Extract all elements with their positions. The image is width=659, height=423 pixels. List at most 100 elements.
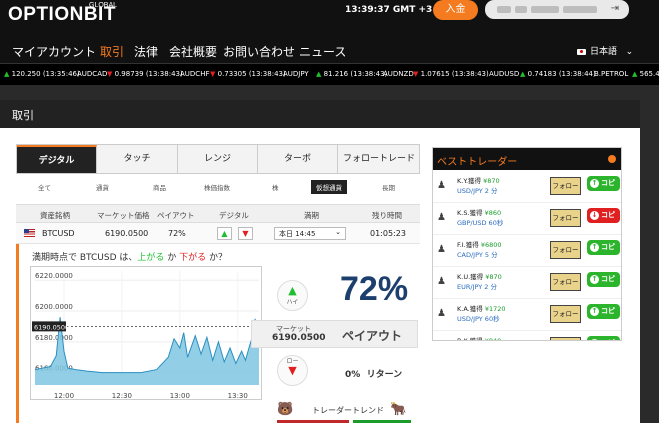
ticker-symbol[interactable]: B.PETROL [594, 70, 628, 78]
best-traders-panel: ベストトレーダー ♟ K.Y.獲得 ¥870 USD/JPY 2 分フォロー ↑ コピー… [432, 147, 622, 341]
trader-name: K.U.獲得 ¥870 [457, 273, 502, 281]
user-box[interactable]: ⇥ [485, 0, 629, 19]
up-arrow-icon: ↑ [590, 275, 599, 284]
best-traders-title: ベストトレーダー [433, 148, 621, 170]
option-type-tabs: デジタル タッチ レンジ ターボ フォロートレード [16, 144, 420, 174]
high-button[interactable]: ▲ ハイ [277, 280, 308, 311]
column-header: デジタル [219, 211, 249, 220]
price-chart[interactable]: 6220.00006200.00006180.00006160.000012:0… [30, 266, 262, 400]
nav-item-news[interactable]: ニュース [299, 43, 346, 60]
ticker-symbol[interactable]: AUDCAD [77, 70, 107, 78]
copy-button[interactable]: ↑コピー [587, 304, 620, 330]
tab-turbo[interactable]: ターボ [258, 145, 338, 173]
subtab-stock[interactable]: 株 [272, 182, 279, 192]
up-arrow-icon: ▲ [316, 70, 322, 78]
ticker-symbol[interactable]: AUDJPY [283, 70, 309, 78]
y-tick-label: 6220.0000 [35, 272, 73, 280]
trader-row: ♟ R.K.獲得 ¥840 フォロー ↑コピー [433, 332, 621, 341]
trader-row: ♟ K.A.獲得 ¥1720 USD/JPY 60秒 フォロー ↑ コピー [433, 300, 621, 331]
follow-button[interactable]: フォロー [550, 177, 581, 195]
column-header: マーケット価格 [97, 211, 150, 220]
ticker-item: ▼ 0.73305 (13:38:43) [210, 70, 286, 78]
copy-button[interactable]: ↑コピー [587, 272, 620, 298]
logout-icon[interactable]: ⇥ [611, 3, 619, 14]
table-row[interactable]: BTCUSD 6190.0500 72% ▲ ▼ 本日 14:45 ⌄ 01:05… [16, 223, 420, 244]
ticker-symbol[interactable]: AUDNZD [383, 70, 414, 78]
up-arrow-icon: ▲ [4, 70, 10, 78]
subtab-index[interactable]: 株価指数 [204, 182, 230, 192]
copy-button[interactable]: ↑コピー [587, 176, 620, 202]
follow-button[interactable]: フォロー [550, 241, 581, 259]
trade-question: 満期時点で BTCUSD は、上がる か 下がる か？ [32, 253, 228, 263]
price-ticker: ▲ 120.250 (13:35:46) AUDCAD ▼ 0.98739 (1… [0, 63, 659, 85]
down-arrow-icon: ▼ [210, 70, 216, 78]
subtab-currency[interactable]: 通貨 [96, 182, 109, 192]
column-header: ペイアウト [157, 211, 195, 220]
deposit-button[interactable]: 入金 [433, 0, 478, 20]
user-icon: ♟ [437, 276, 446, 287]
up-arrow-icon: ↑ [590, 339, 599, 340]
expiry-select[interactable]: 本日 14:45 ⌄ [274, 227, 346, 240]
trader-trend-label: トレーダートレンド [312, 406, 384, 415]
remaining-time: 01:05:23 [370, 229, 406, 238]
column-header: 満期 [304, 211, 319, 220]
tab-digital[interactable]: デジタル [17, 145, 97, 173]
nav-item-account[interactable]: マイアカウント [12, 43, 96, 60]
subtab-long-term[interactable]: 長期 [382, 182, 395, 192]
user-icon: ♟ [437, 244, 446, 255]
follow-button[interactable]: フォロー [550, 305, 581, 323]
up-arrow-icon: ▲ [520, 70, 526, 78]
user-icon: ♟ [437, 340, 446, 341]
y-tick-label: 6200.0000 [35, 303, 73, 311]
follow-button[interactable]: フォロー [550, 273, 581, 291]
ticker-symbol[interactable]: AUDUSD [489, 70, 519, 78]
follow-button[interactable]: フォロー [550, 209, 581, 227]
ticker-item: ▼ 1.07615 (13:38:43) [413, 70, 489, 78]
payout-big: 72% [340, 270, 409, 308]
subtab-commodity[interactable]: 商品 [153, 182, 166, 192]
up-arrow-icon: ↑ [590, 243, 599, 252]
down-arrow-icon: ▼ [413, 70, 419, 78]
logo-subtitle: GLOBAL [89, 2, 118, 9]
tab-follow-trade[interactable]: フォロートレード [338, 145, 420, 173]
x-tick-label: 12:30 [112, 392, 132, 400]
put-arrow-button[interactable]: ▼ [238, 227, 253, 240]
follow-button[interactable]: フォロー [550, 337, 581, 340]
nav-item-legal[interactable]: 法律 [134, 43, 158, 60]
trader-row: ♟ K.U.獲得 ¥870 EUR/JPY 2 分 フォロー ↑ コピー [433, 268, 621, 299]
copy-button[interactable]: ↑コピー [587, 336, 620, 340]
return-info: 0% リターン [345, 370, 403, 380]
tab-range[interactable]: レンジ [178, 145, 258, 173]
trader-detail: USD/JPY 60秒 [457, 315, 500, 323]
trader-detail: GBP/USD 60秒 [457, 219, 504, 227]
low-button[interactable]: ロー ▼ [277, 355, 308, 386]
nav-item-contact[interactable]: お問い合わせ [223, 43, 295, 60]
asset-name: BTCUSD [42, 229, 75, 238]
nav-item-company[interactable]: 会社概要 [169, 43, 217, 60]
price-chart-svg: 6220.00006200.00006180.00006160.000012:0… [32, 271, 262, 400]
subtab-all[interactable]: 全て [38, 182, 51, 192]
copy-button[interactable]: ↓ コピー [587, 208, 620, 234]
asset-category-tabs: 全て 通貨 商品 株価指数 株 仮想通貨 長期 [16, 180, 420, 196]
language-select[interactable]: 日本語 ⌄ [577, 44, 633, 57]
logo[interactable]: OPTIONBIT GLOBAL [8, 2, 118, 26]
copy-button[interactable]: ↑コピー [587, 240, 620, 266]
ticker-item: ▲ 120.250 (13:35:46) [4, 70, 80, 78]
ticker-symbol[interactable]: AUDCHF [180, 70, 209, 78]
bull-icon: 🐂 [390, 402, 407, 417]
trading-panel: 取引 デジタル タッチ レンジ ターボ フォロートレード 全て 通貨 商品 株価… [0, 100, 640, 423]
up-triangle-icon: ▲ [288, 284, 297, 297]
subtab-crypto[interactable]: 仮想通貨 [311, 180, 347, 194]
chevron-down-icon: ⌄ [625, 47, 634, 57]
x-tick-label: 12:00 [54, 392, 74, 400]
call-arrow-button[interactable]: ▲ [217, 227, 232, 240]
up-arrow-icon: ↑ [590, 179, 599, 188]
nav-item-trade[interactable]: 取引 [100, 43, 124, 60]
ticker-item: ▲ 565.45 [632, 70, 659, 78]
info-icon[interactable] [608, 155, 616, 163]
tab-touch[interactable]: タッチ [97, 145, 178, 173]
main-nav: マイアカウント 取引 法律 会社概要 お問い合わせ ニュース 日本語 ⌄ [0, 36, 659, 63]
trader-detail: EUR/JPY 2 分 [457, 283, 498, 291]
column-header: 残り時間 [372, 211, 402, 220]
payout-label: ペイアウト [342, 329, 403, 343]
